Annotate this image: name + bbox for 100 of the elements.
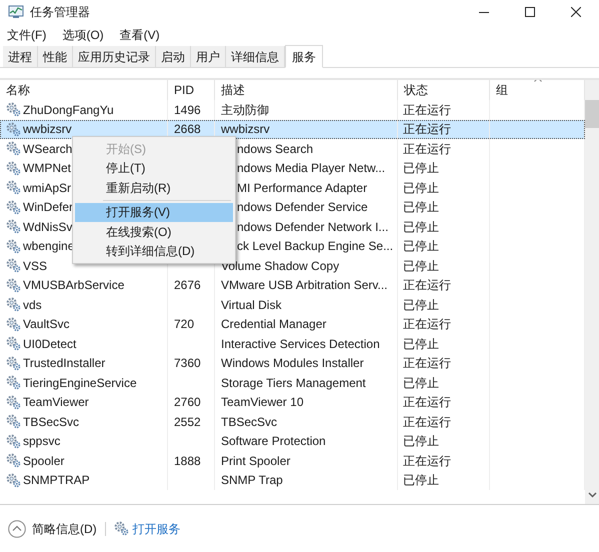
status-cell: 已停止	[398, 158, 490, 178]
scrollbar-thumb[interactable]	[585, 100, 599, 128]
description-cell: Credential Manager	[215, 314, 398, 334]
pid-cell: 1888	[168, 451, 215, 470]
gear-icon	[6, 297, 21, 312]
description-cell: SNMP Trap	[215, 470, 398, 490]
gear-icon	[6, 434, 21, 449]
service-name: wwbizsrv	[23, 121, 72, 138]
service-name: WMPNet	[23, 160, 71, 178]
gear-icon	[6, 356, 21, 371]
fewer-details-button[interactable]: 简略信息(D)	[8, 520, 97, 538]
description-cell: Windows Modules Installer	[215, 354, 398, 373]
service-name: WSearch	[23, 140, 72, 158]
service-name: sppsvc	[23, 433, 60, 450]
status-cell: 已停止	[398, 256, 490, 276]
status-cell: 已停止	[398, 470, 490, 490]
gear-icon	[6, 453, 21, 468]
status-cell: 正在运行	[398, 392, 490, 412]
column-header[interactable]: PID	[168, 80, 215, 100]
service-name: TBSecSvc	[23, 414, 80, 431]
status-cell: 正在运行	[398, 139, 490, 158]
status-cell: 已停止	[398, 217, 490, 236]
status-cell: 正在运行	[398, 354, 490, 373]
column-header[interactable]: 名称	[0, 80, 168, 100]
tab[interactable]: 应用历史记录	[73, 46, 156, 67]
menu-item[interactable]: 查看(V)	[116, 26, 163, 44]
service-name: VMUSBArbService	[23, 277, 124, 294]
status-cell: 正在运行	[398, 451, 490, 470]
status-cell: 正在运行	[398, 120, 490, 139]
service-name: ZhuDongFangYu	[23, 102, 114, 119]
status-cell: 已停止	[398, 432, 490, 451]
tab[interactable]: 服务	[285, 45, 323, 68]
service-name: SNMPTRAP	[23, 472, 90, 490]
tab[interactable]: 性能	[38, 46, 73, 67]
service-name: vds	[23, 296, 42, 314]
close-icon	[571, 7, 581, 17]
gear-icon	[6, 122, 21, 137]
gear-icon	[6, 316, 21, 332]
task-manager-icon	[8, 5, 24, 19]
gear-icon	[6, 394, 21, 410]
service-name: UI0Detect	[23, 336, 76, 353]
gear-icon	[6, 472, 21, 488]
gear-icon	[6, 258, 21, 274]
pid-cell: 720	[168, 314, 215, 334]
gear-icon	[6, 219, 21, 234]
service-row[interactable]: wwbizsrv 2668 wwbizsrv 正在运行	[0, 120, 585, 139]
status-cell: 正在运行	[398, 276, 490, 295]
chevron-up-icon	[8, 520, 26, 538]
pid-cell: 7360	[168, 354, 215, 373]
description-cell: TeamViewer 10	[215, 392, 398, 412]
description-cell: Virtual Disk	[215, 295, 398, 314]
service-name: WinDefer	[23, 199, 74, 216]
status-cell: 已停止	[398, 295, 490, 314]
description-cell: Print Spooler	[215, 451, 398, 470]
gear-icon	[6, 180, 21, 196]
scrollbar[interactable]	[585, 80, 599, 504]
pid-cell: 2676	[168, 276, 215, 295]
service-name: wbengine	[23, 238, 74, 256]
gear-icon	[6, 102, 21, 118]
gear-icon	[6, 238, 21, 254]
gear-icon	[114, 521, 129, 536]
tab[interactable]: 详细信息	[226, 46, 285, 67]
status-cell: 已停止	[398, 373, 490, 392]
gear-icon	[6, 141, 21, 156]
column-header[interactable]: 描述	[215, 80, 398, 100]
description-cell: VMware USB Arbitration Serv...	[215, 276, 398, 295]
gear-icon	[6, 336, 21, 352]
gear-icon	[6, 160, 21, 176]
service-name: VaultSvc	[23, 316, 70, 334]
menu-item[interactable]: 文件(F)	[4, 26, 50, 44]
gear-icon	[6, 200, 21, 215]
description-cell: Software Protection	[215, 432, 398, 451]
pid-cell: 2760	[168, 392, 215, 412]
service-name: VSS	[23, 258, 48, 275]
column-header[interactable]: 状态	[398, 80, 490, 100]
window-title: 任务管理器	[30, 4, 90, 21]
pid-cell: 2552	[168, 412, 215, 432]
service-name: WdNisSv	[23, 218, 72, 236]
description-cell: Interactive Services Detection	[215, 334, 398, 354]
tab[interactable]: 启动	[156, 46, 191, 67]
status-cell: 已停止	[398, 178, 490, 198]
maximize-icon	[525, 7, 535, 17]
status-cell: 已停止	[398, 334, 490, 354]
gear-icon	[6, 414, 21, 430]
tab[interactable]: 用户	[191, 46, 226, 67]
menu-item[interactable]: 选项(O)	[59, 26, 107, 44]
status-cell: 正在运行	[398, 314, 490, 334]
description-cell: Storage Tiers Management	[215, 373, 398, 392]
service-name: Spooler	[23, 452, 64, 470]
open-services-link[interactable]: 打开服务	[114, 520, 181, 538]
tab[interactable]: 进程	[3, 46, 38, 67]
description-cell: TBSecSvc	[215, 412, 398, 432]
gear-icon	[6, 375, 21, 390]
status-cell: 已停止	[398, 198, 490, 217]
service-name: TrustedInstaller	[23, 355, 106, 372]
status-cell: 正在运行	[398, 412, 490, 432]
service-name: wmiApSr	[23, 180, 72, 197]
menu-item[interactable]: 打开服务(V)	[75, 202, 233, 222]
scroll-down-icon[interactable]	[588, 492, 596, 498]
gear-icon	[6, 278, 21, 293]
